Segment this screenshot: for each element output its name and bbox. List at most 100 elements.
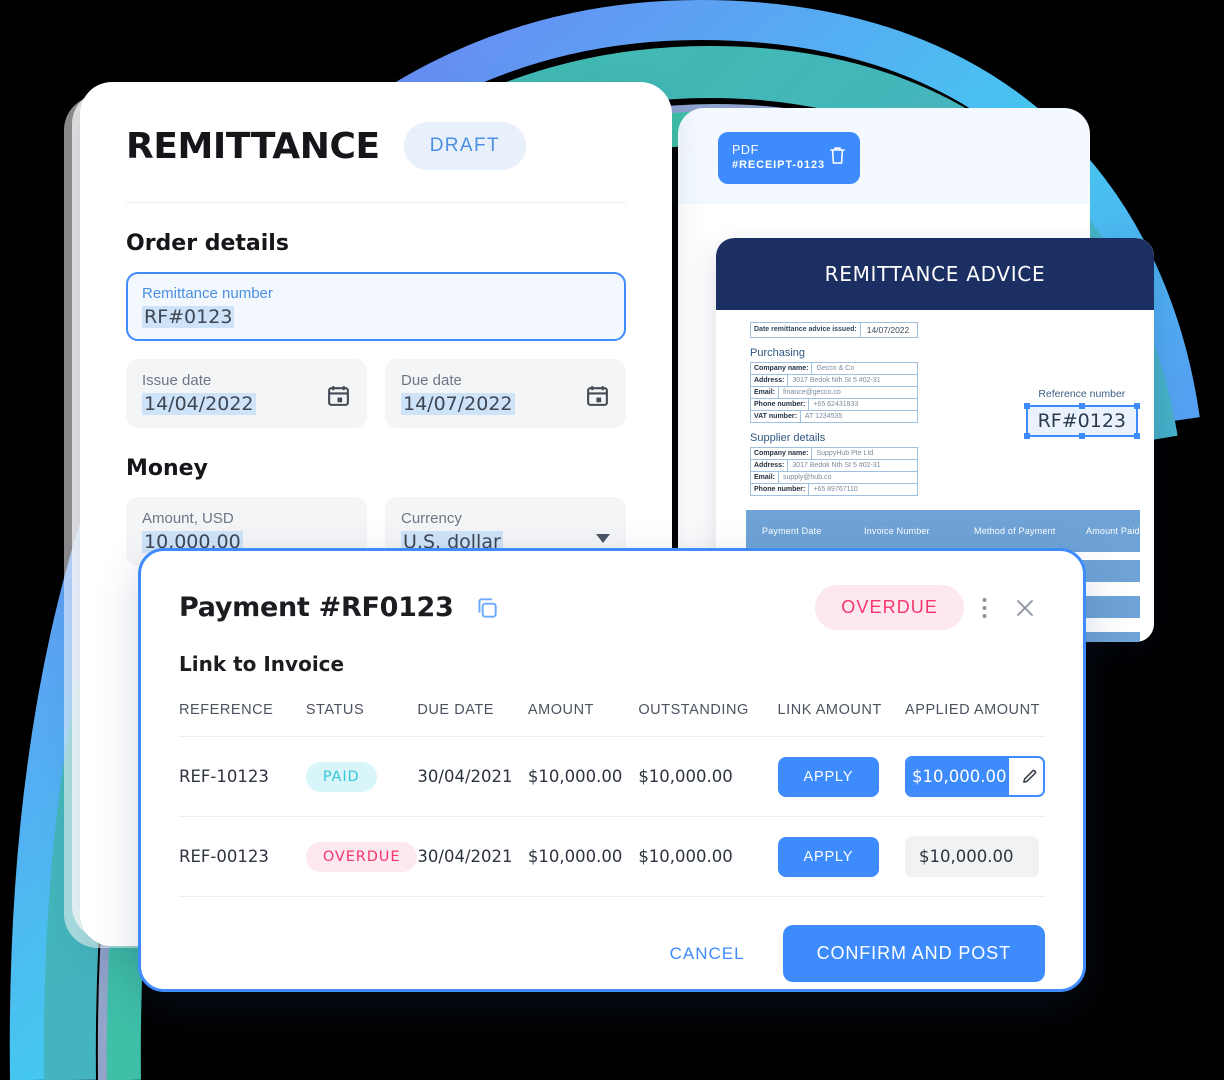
- field-value: 3017 Bedok Nth St 5 #02-31: [792, 462, 881, 469]
- column-header-link-amount: LINK AMOUNT: [777, 702, 905, 737]
- field-key: Email:: [751, 472, 780, 483]
- cell-amount: $10,000.00: [527, 736, 639, 817]
- table-row: VAT number: AT 1234535: [751, 411, 917, 423]
- table-header-row: REFERENCE STATUS DUE DATE AMOUNT OUTSTAN…: [179, 702, 1045, 737]
- document-header-bar: REMITTANCE ADVICE: [716, 238, 1154, 310]
- cancel-button[interactable]: CANCEL: [658, 934, 757, 974]
- column-header-amount: AMOUNT: [527, 702, 639, 737]
- header-divider: [126, 202, 626, 203]
- confirm-and-post-button[interactable]: CONFIRM AND POST: [782, 925, 1045, 982]
- modal-title: Payment #RF0123: [179, 592, 454, 623]
- cell-status: OVERDUE: [305, 816, 418, 897]
- table-row: Email: finance@gecco.co: [751, 387, 917, 399]
- cell-link-amount: APPLY: [777, 816, 905, 897]
- table-row: REF-00123 OVERDUE 30/04/2021 $10,000.00 …: [179, 816, 1045, 897]
- resize-handle[interactable]: [1023, 433, 1030, 439]
- issue-date-label: Issue date: [142, 372, 212, 389]
- reference-number-label: Reference number: [1038, 388, 1126, 400]
- resize-handle[interactable]: [1134, 403, 1140, 409]
- close-icon[interactable]: [1005, 592, 1045, 624]
- payment-modal: Payment #RF0123 OVERDUE Link to Invoice …: [138, 548, 1086, 992]
- apply-button[interactable]: APPLY: [777, 836, 880, 877]
- field-key: Phone number:: [751, 399, 810, 410]
- purchasing-table: Company name: Gecco & Co Address: 3017 B…: [750, 362, 918, 423]
- resize-handle[interactable]: [1023, 403, 1030, 409]
- issued-date-label: Date remittance advice issued:: [751, 323, 861, 337]
- money-heading: Money: [126, 456, 208, 481]
- cell-reference: REF-10123: [179, 736, 306, 817]
- cell-reference: REF-00123: [179, 816, 306, 897]
- calendar-icon[interactable]: [585, 383, 610, 413]
- table-row: Email: supply@hub.co: [751, 472, 917, 484]
- due-date-value: 14/07/2022: [401, 393, 515, 415]
- cell-link-amount: APPLY: [777, 736, 905, 817]
- amount-label: Amount, USD: [142, 510, 234, 527]
- reference-number-value-box[interactable]: RF#0123: [1023, 403, 1140, 439]
- column-header: Method of Payment: [974, 526, 1056, 536]
- kebab-menu-icon[interactable]: [972, 591, 997, 625]
- table-row: Phone number: +65 62431833: [751, 399, 917, 411]
- document-payments-table-header: Payment Date Invoice Number Method of Pa…: [746, 510, 1140, 552]
- cell-applied-amount: $10,000.00: [905, 816, 1045, 897]
- field-value: +65 89767110: [813, 486, 858, 493]
- table-row: Company name: Gecco & Co: [751, 363, 917, 375]
- remittance-number-input[interactable]: Remittance number RF#0123: [126, 272, 626, 341]
- status-badge: PAID: [305, 761, 377, 792]
- applied-amount-value: $10,000.00: [907, 758, 1010, 795]
- modal-subtitle: Link to Invoice: [179, 652, 345, 676]
- applied-amount-input[interactable]: $10,000.00: [905, 756, 1045, 797]
- issue-date-value: 14/04/2022: [142, 393, 256, 415]
- field-value: supply@hub.co: [783, 474, 832, 481]
- column-header-applied-amount: APPLIED AMOUNT: [905, 702, 1045, 737]
- field-value: +65 62431833: [813, 401, 859, 408]
- pdf-badge-type: PDF: [732, 143, 759, 158]
- column-header: Invoice Number: [864, 526, 930, 536]
- due-date-label: Due date: [401, 372, 462, 389]
- remittance-number-value: RF#0123: [142, 306, 235, 328]
- order-details-heading: Order details: [126, 231, 289, 256]
- due-date-field[interactable]: Due date 14/07/2022: [385, 359, 626, 428]
- copy-icon[interactable]: [474, 595, 500, 621]
- field-value: 3017 Bedok Nth St 5 #02-31: [792, 377, 881, 384]
- resize-handle[interactable]: [1078, 433, 1085, 439]
- reference-number-block: Reference number RF#0123: [1023, 388, 1140, 439]
- pdf-badge-id: #RECEIPT-0123: [732, 158, 826, 171]
- resize-handle[interactable]: [1078, 403, 1085, 409]
- cell-outstanding: $10,000.00: [638, 736, 778, 817]
- reference-number-value: RF#0123: [1037, 410, 1126, 432]
- pencil-icon[interactable]: [1009, 768, 1043, 785]
- cell-due-date: 30/04/2021: [417, 816, 528, 897]
- issue-date-field[interactable]: Issue date 14/04/2022: [126, 359, 367, 428]
- apply-button[interactable]: APPLY: [777, 756, 880, 797]
- card-header: REMITTANCE DRAFT: [126, 122, 626, 170]
- column-header-outstanding: OUTSTANDING: [638, 702, 778, 737]
- status-badge: DRAFT: [403, 122, 527, 170]
- table-row: Address: 3017 Bedok Nth St 5 #02-31: [751, 375, 917, 387]
- cell-outstanding: $10,000.00: [638, 816, 778, 897]
- field-key: Company name:: [751, 363, 813, 374]
- column-header-status: STATUS: [305, 702, 418, 737]
- field-key: Email:: [751, 387, 780, 398]
- field-key: Phone number:: [751, 484, 810, 495]
- column-header: Payment Date: [762, 526, 822, 536]
- applied-amount-field[interactable]: $10,000.00: [905, 836, 1039, 877]
- calendar-icon[interactable]: [326, 383, 351, 413]
- issued-date-row: Date remittance advice issued: 14/07/202…: [750, 322, 918, 338]
- cell-applied-amount: $10,000.00: [905, 736, 1045, 817]
- status-badge: OVERDUE: [815, 585, 964, 630]
- chevron-down-icon[interactable]: [596, 534, 610, 543]
- resize-handle[interactable]: [1134, 433, 1140, 439]
- field-value: finance@gecco.co: [783, 389, 841, 396]
- modal-header-actions: OVERDUE: [815, 585, 1045, 630]
- modal-header: Payment #RF0123 OVERDUE: [179, 585, 1045, 630]
- supplier-table: Company name: SuppyHub Pte Ltd Address: …: [750, 447, 918, 496]
- pdf-receipt-badge[interactable]: PDF #RECEIPT-0123: [718, 132, 860, 184]
- table-row: REF-10123 PAID 30/04/2021 $10,000.00 $10…: [179, 736, 1045, 817]
- table-row: Phone number: +65 89767110: [751, 484, 917, 496]
- column-header-due-date: DUE DATE: [417, 702, 528, 737]
- purchasing-heading: Purchasing: [750, 347, 806, 359]
- currency-label: Currency: [401, 510, 462, 527]
- table-row: Company name: SuppyHub Pte Ltd: [751, 448, 917, 460]
- trash-icon[interactable]: [829, 146, 846, 170]
- modal-footer: CANCEL CONFIRM AND POST: [179, 925, 1045, 982]
